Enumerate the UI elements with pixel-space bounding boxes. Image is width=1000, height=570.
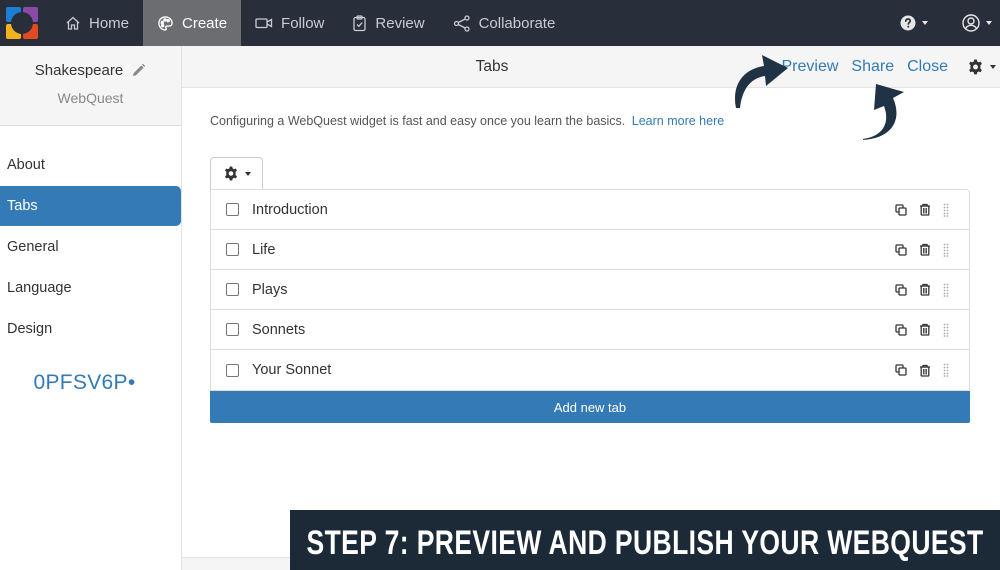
- sidebar-menu: About Tabs General Language Design: [0, 145, 181, 349]
- drag-handle-icon[interactable]: [943, 363, 949, 377]
- copy-icon[interactable]: [895, 323, 907, 336]
- settings-dropdown[interactable]: [967, 59, 996, 76]
- logo-center: [13, 14, 31, 32]
- gear-icon: [224, 166, 237, 181]
- drag-handle-icon[interactable]: [943, 283, 949, 297]
- sidebar-item-label: Design: [7, 321, 53, 337]
- sidebar-item-label: Language: [7, 280, 72, 296]
- tab-label: Life: [252, 241, 276, 258]
- tab-checkbox[interactable]: [226, 203, 239, 216]
- arrow-to-share-icon: [863, 84, 904, 140]
- tab-row[interactable]: Your Sonnet: [211, 350, 969, 390]
- widget-title-text: Shakespeare: [34, 62, 124, 79]
- tab-label: Plays: [252, 281, 288, 298]
- page-title: Tabs: [475, 58, 509, 75]
- clipboard-check-icon: [353, 14, 367, 31]
- tab-checkbox[interactable]: [226, 323, 239, 336]
- copy-icon[interactable]: [895, 283, 907, 296]
- tab-label: Sonnets: [252, 321, 306, 338]
- trash-icon[interactable]: [919, 323, 931, 336]
- sidebar-item-tabs[interactable]: Tabs: [0, 186, 181, 226]
- share-link[interactable]: Share: [851, 58, 894, 76]
- trash-icon[interactable]: [919, 243, 931, 256]
- help-dropdown[interactable]: [900, 15, 928, 31]
- trash-icon[interactable]: [919, 203, 931, 216]
- nav-review-label: Review: [375, 14, 425, 32]
- nav-create-label: Create: [182, 14, 228, 32]
- nav-home-label: Home: [89, 14, 130, 32]
- pencil-icon[interactable]: [131, 63, 146, 78]
- share-nodes-icon: [453, 14, 470, 32]
- footer-strip: [182, 557, 302, 570]
- drag-handle-icon[interactable]: [943, 243, 949, 257]
- nav-review[interactable]: Review: [338, 0, 438, 46]
- sidebar: Shakespeare WebQuest About Tabs General …: [0, 46, 182, 570]
- nav-collaborate-label: Collaborate: [478, 14, 556, 32]
- tab-row[interactable]: Life: [211, 230, 969, 270]
- app-logo[interactable]: [6, 7, 38, 39]
- copy-icon[interactable]: [895, 203, 907, 216]
- learn-more-link[interactable]: Learn more here: [632, 114, 724, 128]
- tab-checkbox[interactable]: [226, 363, 239, 377]
- sidebar-item-design[interactable]: Design: [0, 309, 181, 349]
- nav-follow[interactable]: Follow: [241, 0, 338, 46]
- nav-home[interactable]: Home: [51, 0, 143, 46]
- step-banner: STEP 7: PREVIEW AND PUBLISH YOUR WEBQUES…: [290, 510, 1000, 570]
- widget-code[interactable]: 0PFSV6P•: [0, 371, 181, 395]
- sidebar-item-label: About: [7, 157, 45, 173]
- caret-down-icon: [244, 172, 251, 176]
- trash-icon[interactable]: [919, 364, 931, 377]
- copy-icon[interactable]: [895, 364, 907, 376]
- tab-row[interactable]: Introduction: [211, 190, 969, 230]
- caret-down-icon: [986, 21, 992, 25]
- intro-text: Configuring a WebQuest widget is fast an…: [210, 114, 626, 128]
- tab-row[interactable]: Sonnets: [211, 310, 969, 350]
- palette-icon: [158, 15, 173, 31]
- video-icon: [255, 18, 273, 29]
- user-circle-icon: [962, 14, 980, 32]
- tab-row[interactable]: Plays: [211, 270, 969, 310]
- sidebar-header: Shakespeare WebQuest: [0, 46, 181, 126]
- add-new-tab-button[interactable]: Add new tab: [210, 391, 970, 423]
- tab-checkbox[interactable]: [226, 243, 239, 256]
- copy-icon[interactable]: [895, 243, 907, 256]
- sidebar-item-general[interactable]: General: [0, 227, 181, 267]
- drag-handle-icon[interactable]: [943, 323, 949, 337]
- preview-link[interactable]: Preview: [781, 58, 838, 76]
- sidebar-item-about[interactable]: About: [0, 145, 181, 185]
- caret-down-icon: [990, 65, 996, 69]
- nav-follow-label: Follow: [281, 14, 325, 32]
- user-dropdown[interactable]: [962, 14, 992, 32]
- nav-collaborate[interactable]: Collaborate: [439, 0, 570, 46]
- intro-paragraph: Configuring a WebQuest widget is fast an…: [210, 114, 970, 128]
- question-circle-icon: [900, 15, 916, 31]
- tabs-settings-button[interactable]: [210, 157, 263, 190]
- tab-label: Introduction: [252, 201, 328, 218]
- arrow-to-preview-icon: [735, 55, 788, 108]
- sidebar-item-label: Tabs: [7, 198, 38, 214]
- tab-label: Your Sonnet: [252, 362, 332, 378]
- close-link[interactable]: Close: [907, 58, 948, 76]
- home-icon: [66, 16, 80, 30]
- trash-icon[interactable]: [919, 283, 931, 296]
- main-content: Configuring a WebQuest widget is fast an…: [210, 88, 970, 423]
- widget-type: WebQuest: [57, 90, 124, 106]
- sidebar-item-language[interactable]: Language: [0, 268, 181, 308]
- sidebar-item-label: General: [7, 239, 59, 255]
- tab-list: Introduction Life Plays Sonnets Your Sonnet: [210, 189, 970, 391]
- step-banner-text: STEP 7: PREVIEW AND PUBLISH YOUR WEBQUES…: [306, 523, 984, 562]
- gear-icon: [969, 59, 982, 74]
- caret-down-icon: [922, 21, 928, 25]
- drag-handle-icon[interactable]: [943, 203, 949, 217]
- tab-checkbox[interactable]: [226, 283, 239, 296]
- top-navigation-bar: Home Create Follow Review Collaborate: [0, 0, 1000, 46]
- nav-create[interactable]: Create: [143, 0, 242, 46]
- widget-title: Shakespeare: [35, 62, 146, 79]
